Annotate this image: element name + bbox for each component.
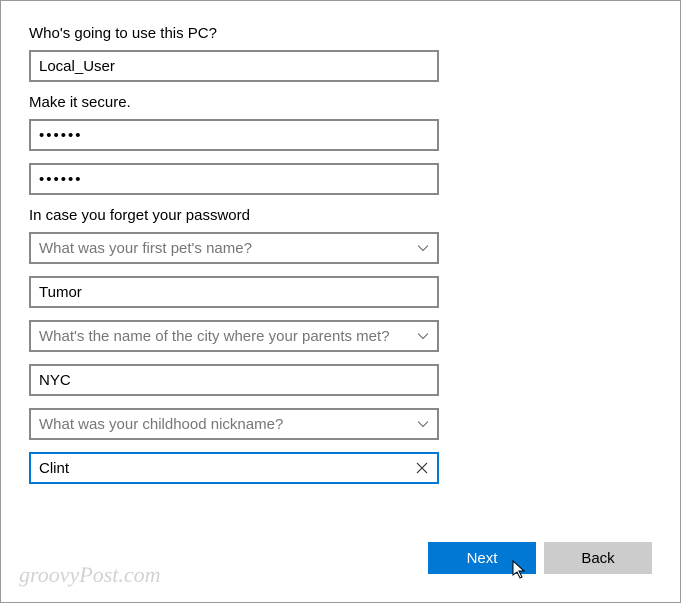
- security-question-2-select[interactable]: What's the name of the city where your p…: [29, 320, 439, 352]
- username-input[interactable]: [29, 50, 439, 82]
- security-section-label: In case you forget your password: [29, 207, 652, 224]
- security-question-2-text: What's the name of the city where your p…: [39, 328, 399, 345]
- password-input[interactable]: ••••••: [29, 119, 439, 151]
- username-section-label: Who's going to use this PC?: [29, 25, 652, 42]
- security-question-3-text: What was your childhood nickname?: [39, 416, 411, 433]
- security-answer-3-input[interactable]: [39, 454, 415, 482]
- chevron-down-icon: [417, 242, 429, 254]
- watermark: groovyPost.com: [19, 562, 161, 588]
- security-answer-2-input[interactable]: [29, 364, 439, 396]
- security-answer-1-input[interactable]: [29, 276, 439, 308]
- chevron-down-icon: [417, 418, 429, 430]
- security-answer-3-container: [29, 452, 439, 484]
- back-button[interactable]: Back: [544, 542, 652, 574]
- clear-icon[interactable]: [415, 461, 429, 475]
- chevron-down-icon: [417, 330, 429, 342]
- password-section-label: Make it secure.: [29, 94, 652, 111]
- security-question-1-text: What was your first pet's name?: [39, 240, 411, 257]
- security-question-3-select[interactable]: What was your childhood nickname?: [29, 408, 439, 440]
- security-question-1-select[interactable]: What was your first pet's name?: [29, 232, 439, 264]
- next-button[interactable]: Next: [428, 542, 536, 574]
- confirm-password-input[interactable]: ••••••: [29, 163, 439, 195]
- button-row: Next Back: [428, 542, 652, 574]
